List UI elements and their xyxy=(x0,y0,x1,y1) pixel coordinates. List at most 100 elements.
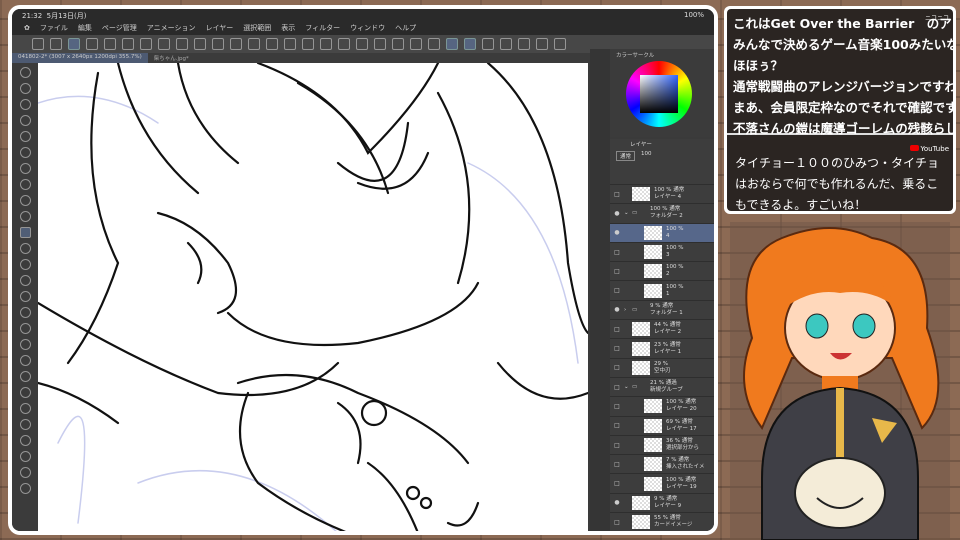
toolbar-button[interactable] xyxy=(212,38,224,50)
tool-icon[interactable] xyxy=(19,483,31,494)
toolbar-button[interactable] xyxy=(500,38,512,50)
layer-row[interactable]: □ ⌄ ▭ 21 % 通過 新規グループ xyxy=(610,378,714,398)
tool-icon[interactable] xyxy=(19,435,31,446)
tool-icon[interactable] xyxy=(19,243,31,254)
toolbar-button[interactable] xyxy=(374,38,386,50)
toolbar-button[interactable] xyxy=(446,38,458,50)
toolbar-button[interactable] xyxy=(482,38,494,50)
toolbar-button[interactable] xyxy=(86,38,98,50)
layer-row[interactable]: ● 9 % 通常 レイヤー 9 xyxy=(610,494,714,514)
tool-icon[interactable] xyxy=(19,339,31,350)
drawing-canvas[interactable] xyxy=(38,63,588,531)
toolbar-button[interactable] xyxy=(50,38,62,50)
visibility-eye-icon[interactable]: □ xyxy=(610,268,624,275)
toolbar-button[interactable] xyxy=(158,38,170,50)
visibility-eye-icon[interactable]: □ xyxy=(610,384,624,391)
tool-icon[interactable] xyxy=(19,259,31,270)
layer-row[interactable]: □ 55 % 通常 カードイメージ xyxy=(610,513,714,531)
layer-row[interactable]: □ 100 % 2 xyxy=(610,262,714,282)
folder-toggle-icon[interactable]: › xyxy=(624,307,626,313)
visibility-eye-icon[interactable]: □ xyxy=(610,249,624,256)
layer-row[interactable]: □ 100 % 1 xyxy=(610,281,714,301)
toolbar-button[interactable] xyxy=(320,38,332,50)
folder-toggle-icon[interactable]: ⌄ xyxy=(624,210,629,216)
toolbar-button[interactable] xyxy=(428,38,440,50)
tool-icon[interactable] xyxy=(19,179,31,190)
menu-item[interactable]: フィルター xyxy=(305,23,340,33)
menu-item[interactable]: ウィンドウ xyxy=(350,23,385,33)
layer-row[interactable]: □ 29 % 空中刃 xyxy=(610,359,714,378)
visibility-eye-icon[interactable]: □ xyxy=(610,326,624,333)
menu-item[interactable]: 選択範囲 xyxy=(243,23,271,33)
visibility-eye-icon[interactable]: □ xyxy=(610,191,624,198)
layer-row[interactable]: ● ⌄ ▭ 100 % 通常 フォルダー 2 xyxy=(610,204,714,224)
layer-row[interactable]: □ 100 % 通常 レイヤー 19 xyxy=(610,474,714,494)
toolbar-button[interactable] xyxy=(140,38,152,50)
blend-mode-select[interactable]: 通常 xyxy=(616,151,636,161)
visibility-eye-icon[interactable]: ● xyxy=(610,210,624,217)
menu-item[interactable]: ページ管理 xyxy=(102,23,137,33)
color-wheel[interactable] xyxy=(626,61,692,127)
visibility-eye-icon[interactable]: □ xyxy=(610,519,624,526)
visibility-eye-icon[interactable]: ● xyxy=(610,499,624,506)
tool-icon[interactable] xyxy=(19,291,31,302)
layer-row[interactable]: □ 36 % 通常 選択部分から xyxy=(610,436,714,456)
tab-image[interactable]: 柴ちゃん.jpg* xyxy=(148,53,195,63)
visibility-eye-icon[interactable]: □ xyxy=(610,422,624,429)
visibility-eye-icon[interactable]: □ xyxy=(610,364,624,371)
tool-icon[interactable] xyxy=(19,355,31,366)
toolbar-button[interactable] xyxy=(464,38,476,50)
menu-item[interactable]: ヘルプ xyxy=(395,23,416,33)
layer-row[interactable]: □ 100 % 通常 レイヤー 4 xyxy=(610,185,714,205)
tool-icon[interactable] xyxy=(19,467,31,478)
toolbar-button[interactable] xyxy=(32,38,44,50)
toolbar-button[interactable] xyxy=(284,38,296,50)
tool-icon[interactable] xyxy=(19,67,31,78)
layer-row[interactable]: □ 100 % 3 xyxy=(610,243,714,263)
layer-row[interactable]: □ 100 % 通常 レイヤー 20 xyxy=(610,397,714,417)
visibility-eye-icon[interactable]: □ xyxy=(610,442,624,449)
layer-row[interactable]: □ 23 % 通常 レイヤー 1 xyxy=(610,339,714,359)
visibility-eye-icon[interactable]: □ xyxy=(610,403,624,410)
layer-row[interactable]: ● › ▭ 9 % 通常 フォルダー 1 xyxy=(610,301,714,321)
menu-item[interactable]: 編集 xyxy=(78,23,92,33)
menu-item[interactable]: ファイル xyxy=(40,23,68,33)
tab-canvas[interactable]: 041802-2* (3007 x 2640px 1200dpi 355.7%) xyxy=(12,53,148,63)
toolbar-button[interactable] xyxy=(68,38,80,50)
visibility-eye-icon[interactable]: ● xyxy=(610,229,624,236)
tool-icon[interactable] xyxy=(19,227,31,238)
tool-icon[interactable] xyxy=(19,387,31,398)
tool-icon[interactable] xyxy=(19,195,31,206)
menu-item[interactable]: レイヤー xyxy=(205,23,233,33)
visibility-eye-icon[interactable]: □ xyxy=(610,287,624,294)
layer-row[interactable]: □ 44 % 通常 レイヤー 2 xyxy=(610,320,714,340)
tool-icon[interactable] xyxy=(19,419,31,430)
tool-icon[interactable] xyxy=(19,83,31,94)
tool-icon[interactable] xyxy=(19,131,31,142)
tool-icon[interactable] xyxy=(19,99,31,110)
visibility-eye-icon[interactable]: ● xyxy=(610,306,624,313)
tool-icon[interactable] xyxy=(19,451,31,462)
toolbar-button[interactable] xyxy=(554,38,566,50)
tool-icon[interactable] xyxy=(19,147,31,158)
menu-item[interactable]: アニメーション xyxy=(147,23,196,33)
tool-icon[interactable] xyxy=(19,275,31,286)
toolbar-button[interactable] xyxy=(176,38,188,50)
folder-toggle-icon[interactable]: ⌄ xyxy=(624,384,629,390)
app-icon[interactable]: ✿ xyxy=(24,24,30,32)
visibility-eye-icon[interactable]: □ xyxy=(610,480,624,487)
toolbar-button[interactable] xyxy=(392,38,404,50)
tool-icon[interactable] xyxy=(19,371,31,382)
toolbar-button[interactable] xyxy=(338,38,350,50)
tool-icon[interactable] xyxy=(19,163,31,174)
layer-row[interactable]: □ 7 % 通常 挿入されたイメ xyxy=(610,455,714,475)
toolbar-button[interactable] xyxy=(248,38,260,50)
toolbar-button[interactable] xyxy=(356,38,368,50)
visibility-eye-icon[interactable]: □ xyxy=(610,461,624,468)
tool-icon[interactable] xyxy=(19,115,31,126)
toolbar-button[interactable] xyxy=(302,38,314,50)
toolbar-button[interactable] xyxy=(536,38,548,50)
layer-row[interactable]: □ 69 % 通常 レイヤー 17 xyxy=(610,417,714,436)
tool-icon[interactable] xyxy=(19,307,31,318)
tool-icon[interactable] xyxy=(19,323,31,334)
